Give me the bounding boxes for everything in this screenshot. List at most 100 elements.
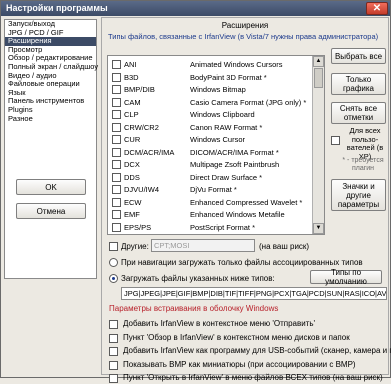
filetype-row[interactable]: BMP/DIB Windows Bitmap <box>108 84 308 95</box>
filetype-row[interactable]: CAM Casio Camera Format (JPG only) * <box>108 97 308 108</box>
filetype-row[interactable]: CRW/CR2 Canon RAW Format * <box>108 122 308 133</box>
shell-integration-heading: Параметры встраивания в оболочку Windows <box>109 304 279 313</box>
filetype-ext: EMF <box>124 210 140 219</box>
filetype-ext: CUR <box>124 135 141 144</box>
radio-selected-dot <box>112 277 115 280</box>
option-open-all-types[interactable]: Пункт 'Открыть в IrfanView' в меню файло… <box>109 373 387 384</box>
filetype-desc: Multipage Zsoft Paintbrush <box>190 160 280 169</box>
nav-item-misc[interactable]: Разное <box>5 114 96 124</box>
panel-title: Расширения <box>221 21 269 30</box>
option-sendto[interactable]: Добавить IrfanView в контекстное меню 'О… <box>109 319 387 330</box>
settings-nav-list: Запуск/выход JPG / PCD / GIF Расширения … <box>4 19 98 279</box>
filetype-checkbox[interactable] <box>112 85 121 94</box>
filetype-ext: CAM <box>124 97 141 107</box>
filetype-row[interactable]: DJVU/IW4 DjVu Format * <box>108 184 308 195</box>
option-label: Пункт 'Обзор в IrfanView' в контекстном … <box>123 332 350 342</box>
option-checkbox[interactable] <box>109 374 118 383</box>
filetype-row[interactable]: B3D BodyPaint 3D Format * <box>108 72 308 83</box>
filetype-desc: Windows Bitmap <box>190 85 246 94</box>
default-types-button[interactable]: Типы по умолчанию <box>310 268 382 286</box>
radio-load-specified-label: Загружать файлы указанных ниже типов: <box>121 274 275 283</box>
option-checkbox[interactable] <box>109 360 118 370</box>
filetype-checkbox[interactable] <box>112 110 121 119</box>
filetype-row[interactable]: EMF Enhanced Windows Metafile <box>108 209 308 220</box>
filetype-checkbox[interactable] <box>112 147 121 157</box>
option-usb-events[interactable]: Добавить IrfanView как программу для USB… <box>109 346 391 357</box>
other-extensions-input[interactable]: CPT;MOSI <box>151 239 255 252</box>
filetype-checkbox[interactable] <box>112 197 121 207</box>
ok-button[interactable]: OK <box>16 179 86 195</box>
file-types-input[interactable]: JPG|JPEG|JPE|GIF|BMP|DIB|TIF|TIFF|PNG|PC… <box>121 287 387 300</box>
filetype-desc: Animated Windows Cursors <box>190 60 283 69</box>
filetype-ext: BMP/DIB <box>124 85 155 94</box>
all-users-checkbox[interactable] <box>331 136 340 145</box>
graphics-only-button[interactable]: Только графика <box>331 73 386 95</box>
filetype-row[interactable]: ANI Animated Windows Cursors <box>108 59 308 70</box>
filetype-ext: CLP <box>124 110 139 119</box>
close-button[interactable]: ✕ <box>366 2 388 15</box>
filetype-ext: DCX <box>124 160 140 169</box>
filetype-ext: ECW <box>124 197 142 207</box>
filetype-checkbox[interactable] <box>112 97 121 107</box>
title-bar: Настройки программы ✕ <box>1 1 390 16</box>
settings-window: Настройки программы ✕ Запуск/выход JPG /… <box>0 0 391 383</box>
filetype-checkbox[interactable] <box>112 122 121 132</box>
filetype-desc: Canon RAW Format * <box>190 122 263 132</box>
filetype-row[interactable]: CLP Windows Clipboard <box>108 109 308 120</box>
radio-load-specified[interactable] <box>109 274 118 283</box>
other-label: Другие: <box>121 242 149 251</box>
filetype-row[interactable]: DDS Direct Draw Surface * <box>108 172 308 183</box>
extensions-panel: Расширения Типы файлов, связанные с Irfa… <box>101 17 391 383</box>
filetype-checkbox[interactable] <box>112 160 121 169</box>
select-all-button[interactable]: Выбрать все <box>331 48 386 64</box>
radio-load-associated[interactable] <box>109 258 118 267</box>
filetype-checkbox[interactable] <box>112 135 121 144</box>
option-label: Показывать BMP как миниатюры (при ассоци… <box>123 359 356 369</box>
filetype-desc: Enhanced Windows Metafile <box>190 210 285 219</box>
filetype-ext: ANI <box>124 60 137 69</box>
other-hint: (на ваш риск) <box>259 242 310 251</box>
filetypes-list: ANI Animated Windows Cursors B3D BodyPai… <box>107 55 325 235</box>
filetypes-scrollbar[interactable]: ▲ ▼ <box>312 56 324 234</box>
filetype-row[interactable]: EPS/PS PostScript Format * <box>108 222 308 233</box>
deselect-all-button[interactable]: Снять все отметки <box>331 102 386 124</box>
filetype-row[interactable]: CUR Windows Cursor <box>108 134 308 145</box>
radio-load-associated-label: При навигации загружать только файлы асс… <box>121 258 363 267</box>
filetype-desc: Windows Clipboard <box>190 110 255 119</box>
filetype-row[interactable]: DCX Multipage Zsoft Paintbrush <box>108 159 308 170</box>
cancel-button[interactable]: Отмена <box>16 203 86 219</box>
filetype-checkbox[interactable] <box>112 210 121 219</box>
filetype-checkbox[interactable] <box>112 172 121 182</box>
filetype-checkbox[interactable] <box>112 185 121 194</box>
scroll-thumb[interactable] <box>314 68 323 88</box>
scroll-down-icon[interactable]: ▼ <box>313 223 324 234</box>
close-icon: ✕ <box>372 3 382 14</box>
filetype-desc: Direct Draw Surface * <box>190 172 263 182</box>
filetypes-heading: Типы файлов, связанные с IrfanView (в Vi… <box>108 32 379 41</box>
option-label: Добавить IrfanView как программу для USB… <box>123 346 391 355</box>
filetype-desc: Windows Cursor <box>190 135 246 144</box>
filetype-checkbox[interactable] <box>112 72 121 82</box>
other-checkbox[interactable] <box>109 242 118 251</box>
filetype-desc: Enhanced Compressed Wavelet * <box>190 197 303 207</box>
filetype-ext: CRW/CR2 <box>124 122 159 132</box>
icons-and-params-button[interactable]: Значки и другие параметры <box>331 179 386 211</box>
option-label: Добавить IrfanView в контекстное меню 'О… <box>123 319 316 328</box>
filetype-row[interactable]: DCM/ACR/IMA DICOM/ACR/IMA Format * <box>108 147 308 158</box>
filetype-desc: BodyPaint 3D Format * <box>190 72 267 82</box>
option-checkbox[interactable] <box>109 347 118 356</box>
option-browse-folders[interactable]: Пункт 'Обзор в IrfanView' в контекстном … <box>109 333 387 344</box>
option-bmp-thumbnails[interactable]: Показывать BMP как миниатюры (при ассоци… <box>109 360 387 371</box>
option-checkbox[interactable] <box>109 320 118 329</box>
filetype-checkbox[interactable] <box>112 222 121 232</box>
filetype-ext: DCM/ACR/IMA <box>124 147 175 157</box>
scroll-up-icon[interactable]: ▲ <box>313 56 324 67</box>
filetype-checkbox[interactable] <box>112 60 121 69</box>
filetype-row[interactable]: ECW Enhanced Compressed Wavelet * <box>108 197 308 208</box>
all-users-label: Для всех пользо-вателей (в XP) <box>346 126 384 161</box>
filetype-desc: DjVu Format * <box>190 185 237 194</box>
filetype-ext: DDS <box>124 172 140 182</box>
option-checkbox[interactable] <box>109 333 118 343</box>
filetype-desc: DICOM/ACR/IMA Format * <box>190 147 279 157</box>
filetype-desc: PostScript Format * <box>190 222 256 232</box>
